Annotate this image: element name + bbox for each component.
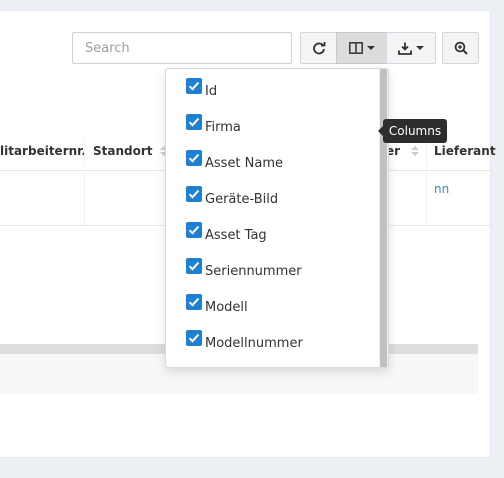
- zoom-button[interactable]: [442, 32, 479, 64]
- column-toggle-item[interactable]: Firma: [186, 114, 241, 137]
- download-icon: [398, 42, 412, 55]
- checkbox-checked-icon[interactable]: [186, 186, 202, 202]
- sort-icon[interactable]: [411, 146, 419, 158]
- column-toggle-item[interactable]: Seriennummer: [186, 258, 302, 281]
- column-header-supplier[interactable]: Lieferant: [434, 144, 496, 158]
- column-toggle-label: Id: [205, 83, 218, 99]
- columns-icon: [348, 42, 363, 54]
- refresh-icon: [312, 42, 325, 55]
- column-divider: [84, 138, 85, 166]
- columns-dropdown-menu: Id Firma Asset Name Geräte-Bild Asset Tag Ser…: [165, 68, 389, 368]
- column-toggle-label: Modellnummer: [205, 335, 303, 351]
- cell-divider: [84, 171, 85, 225]
- zoom-in-icon: [454, 41, 468, 55]
- column-toggle-label: Firma: [205, 119, 241, 135]
- column-toggle-item[interactable]: Geräte-Bild: [186, 186, 279, 209]
- column-toggle-item[interactable]: Asset Tag: [186, 222, 267, 245]
- column-header-location[interactable]: Standort: [93, 144, 153, 158]
- checkbox-checked-icon[interactable]: [186, 330, 202, 346]
- search-input[interactable]: [72, 32, 292, 64]
- checkbox-checked-icon[interactable]: [186, 114, 202, 130]
- refresh-button[interactable]: [300, 32, 337, 64]
- columns-tooltip: Columns: [378, 119, 447, 143]
- dropdown-scrollbar-thumb[interactable]: [380, 69, 387, 367]
- column-toggle-label: Seriennummer: [205, 263, 302, 279]
- column-toggle-item[interactable]: Modell: [186, 294, 248, 317]
- column-toggle-label: Asset Name: [205, 155, 284, 171]
- column-toggle-label: Modell: [205, 299, 248, 315]
- checkbox-checked-icon[interactable]: [186, 294, 202, 310]
- column-header-employee-number[interactable]: litarbeiternr.: [0, 144, 86, 158]
- chevron-down-icon: [416, 46, 424, 50]
- column-toggle-label: Geräte-Bild: [205, 191, 279, 207]
- supplier-link[interactable]: nn: [434, 182, 449, 196]
- checkbox-checked-icon[interactable]: [186, 222, 202, 238]
- checkbox-checked-icon[interactable]: [186, 150, 202, 166]
- column-toggle-item[interactable]: Modellnummer: [186, 330, 303, 353]
- export-button[interactable]: [386, 32, 436, 64]
- chevron-down-icon: [366, 46, 375, 50]
- columns-button[interactable]: [336, 32, 387, 64]
- column-toggle-label: Asset Tag: [205, 227, 267, 243]
- column-toggle-item[interactable]: Id: [186, 78, 218, 101]
- checkbox-checked-icon[interactable]: [186, 258, 202, 274]
- checkbox-checked-icon[interactable]: [186, 78, 202, 94]
- column-toggle-item[interactable]: Asset Name: [186, 150, 284, 173]
- cell-divider: [426, 171, 427, 225]
